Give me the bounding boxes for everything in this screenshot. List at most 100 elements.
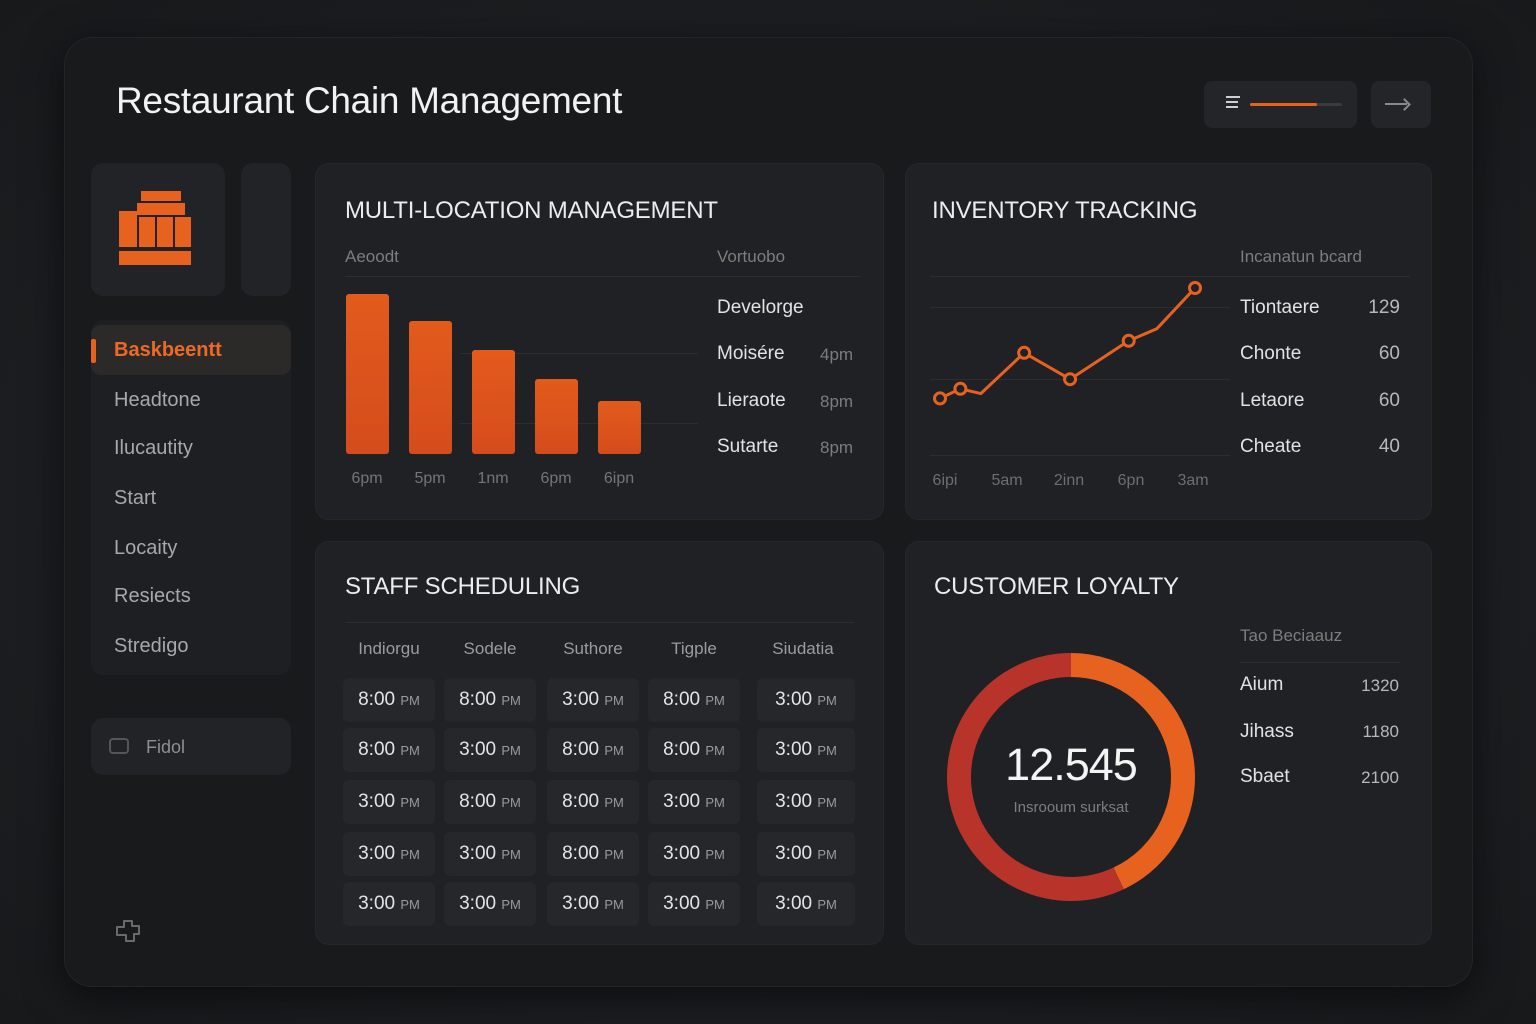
shift-cell[interactable]: 3:00 PM bbox=[648, 882, 740, 926]
shift-cell[interactable]: 3:00 PM bbox=[757, 832, 855, 876]
shift-meridiem: PM bbox=[817, 693, 837, 708]
x-tick-label: 6pm bbox=[351, 470, 383, 487]
shift-meridiem: PM bbox=[705, 897, 725, 912]
shift-cell[interactable]: 3:00 PM bbox=[444, 832, 536, 876]
x-tick-label: 5pm bbox=[414, 470, 446, 487]
shift-time: 8:00 bbox=[459, 689, 502, 710]
x-tick-label: 5am bbox=[991, 472, 1022, 489]
bar-mark bbox=[535, 378, 578, 454]
sidebar-item-stredigo[interactable]: Stredigo bbox=[91, 621, 291, 671]
data-point bbox=[953, 381, 968, 396]
shift-meridiem: PM bbox=[604, 795, 624, 810]
shift-cell[interactable]: 3:00 PM bbox=[343, 780, 435, 824]
sidebar-item-baskbeentt[interactable]: Baskbeentt bbox=[91, 325, 291, 375]
column-header: Tao Beciaauz bbox=[1240, 626, 1343, 645]
inventory-value: 129 bbox=[1368, 297, 1400, 318]
bar-mark bbox=[346, 294, 389, 454]
shift-time: 3:00 bbox=[775, 893, 818, 914]
shift-cell[interactable]: 8:00 PM bbox=[444, 678, 536, 722]
shift-time: 3:00 bbox=[562, 893, 605, 914]
logo[interactable] bbox=[91, 163, 225, 296]
shift-time: 3:00 bbox=[459, 893, 502, 914]
sidebar-item-headtone[interactable]: Headtone bbox=[91, 375, 291, 425]
shift-cell[interactable]: 8:00 PM bbox=[343, 678, 435, 722]
shift-time: 3:00 bbox=[358, 893, 401, 914]
column-header: Vortuobo bbox=[717, 247, 786, 266]
data-point bbox=[933, 391, 947, 406]
shift-cell[interactable]: 3:00 PM bbox=[648, 780, 740, 824]
shift-time: 8:00 bbox=[459, 791, 502, 812]
shift-cell[interactable]: 3:00 PM bbox=[757, 780, 855, 824]
inventory-value: 60 bbox=[1378, 343, 1400, 364]
shift-cell[interactable]: 8:00 PM bbox=[648, 678, 740, 722]
shift-cell[interactable]: 3:00 PM bbox=[343, 882, 435, 926]
shift-time: 3:00 bbox=[663, 843, 706, 864]
sidebar-toggle[interactable] bbox=[241, 163, 291, 296]
shift-cell[interactable]: 3:00 PM bbox=[648, 832, 740, 876]
shift-time: 3:00 bbox=[775, 791, 818, 812]
loyalty-value: 2100 bbox=[1361, 768, 1399, 787]
shift-meridiem: PM bbox=[400, 743, 420, 758]
shift-cell[interactable]: 3:00 PM bbox=[757, 728, 855, 772]
shift-cell[interactable]: 3:00 PM bbox=[547, 678, 639, 722]
x-tick-label: 2inn bbox=[1054, 472, 1084, 489]
column-header: Incanatun bcard bbox=[1240, 247, 1362, 266]
shift-cell[interactable]: 8:00 PM bbox=[547, 832, 639, 876]
schedule-column-header: Tigple bbox=[671, 639, 717, 658]
shift-time: 3:00 bbox=[562, 689, 605, 710]
shift-time: 8:00 bbox=[562, 843, 605, 864]
shift-meridiem: PM bbox=[501, 795, 521, 810]
staff-scheduling-card: STAFF SCHEDULING Indiorgu Sodele Suthore Ti… bbox=[315, 541, 884, 945]
sidebar-item-locaity[interactable]: Locaity bbox=[91, 523, 291, 573]
sidebar-item-ilucautity[interactable]: Ilucautity bbox=[91, 423, 291, 473]
shift-meridiem: PM bbox=[501, 897, 521, 912]
feedback-button[interactable]: Fidol bbox=[91, 718, 291, 775]
shift-cell[interactable]: 3:00 PM bbox=[757, 882, 855, 926]
location-name: Lieraote bbox=[717, 390, 786, 411]
loyalty-item: Jihass bbox=[1240, 721, 1294, 742]
shift-time: 8:00 bbox=[663, 739, 706, 760]
shift-meridiem: PM bbox=[400, 847, 420, 862]
shift-cell[interactable]: 8:00 PM bbox=[444, 780, 536, 824]
shift-time: 3:00 bbox=[775, 689, 818, 710]
shift-meridiem: PM bbox=[501, 693, 521, 708]
puzzle-icon[interactable] bbox=[114, 918, 142, 946]
sidebar-item-start[interactable]: Start bbox=[91, 473, 291, 523]
shift-cell[interactable]: 3:00 PM bbox=[444, 882, 536, 926]
progress-control[interactable] bbox=[1204, 81, 1357, 128]
location-name: Develorge bbox=[717, 297, 804, 318]
forward-button[interactable] bbox=[1371, 81, 1431, 128]
shift-time: 3:00 bbox=[775, 843, 818, 864]
location-name: Sutarte bbox=[717, 436, 779, 457]
sidebar-nav: Baskbeentt Headtone Ilucautity Start Loc… bbox=[91, 320, 291, 675]
shift-meridiem: PM bbox=[604, 743, 624, 758]
line-chart: 6ipi 5am 2inn 6pn 3am bbox=[933, 281, 1209, 489]
shift-time: 3:00 bbox=[775, 739, 818, 760]
inventory-card: INVENTORY TRACKING Incanatun bcard 6ipi 5… bbox=[905, 163, 1432, 520]
x-tick-label: 3am bbox=[1177, 472, 1208, 489]
loyalty-item: Aium bbox=[1240, 674, 1284, 695]
inventory-item: Cheate bbox=[1240, 436, 1302, 457]
sidebar-item-resiects[interactable]: Resiects bbox=[91, 571, 291, 621]
shift-time: 8:00 bbox=[663, 689, 706, 710]
multi-location-card: MULTI-LOCATION MANAGEMENT Aeoodt Vortuob… bbox=[315, 163, 884, 520]
loyalty-value: 1180 bbox=[1362, 722, 1399, 741]
shift-cell[interactable]: 8:00 PM bbox=[343, 728, 435, 772]
shift-time: 8:00 bbox=[358, 689, 401, 710]
location-time: 4pm bbox=[820, 345, 854, 364]
data-point bbox=[1121, 333, 1136, 348]
shift-cell[interactable]: 3:00 PM bbox=[444, 728, 536, 772]
shift-meridiem: PM bbox=[501, 743, 521, 758]
shift-cell[interactable]: 3:00 PM bbox=[547, 882, 639, 926]
shift-time: 3:00 bbox=[663, 893, 706, 914]
shift-cell[interactable]: 3:00 PM bbox=[343, 832, 435, 876]
shift-meridiem: PM bbox=[400, 693, 420, 708]
shift-meridiem: PM bbox=[501, 847, 521, 862]
shift-meridiem: PM bbox=[400, 795, 420, 810]
shift-meridiem: PM bbox=[705, 743, 725, 758]
shift-cell[interactable]: 8:00 PM bbox=[547, 780, 639, 824]
shift-cell[interactable]: 8:00 PM bbox=[648, 728, 740, 772]
list-icon bbox=[1226, 96, 1240, 112]
shift-cell[interactable]: 8:00 PM bbox=[547, 728, 639, 772]
shift-cell[interactable]: 3:00 PM bbox=[757, 678, 855, 722]
